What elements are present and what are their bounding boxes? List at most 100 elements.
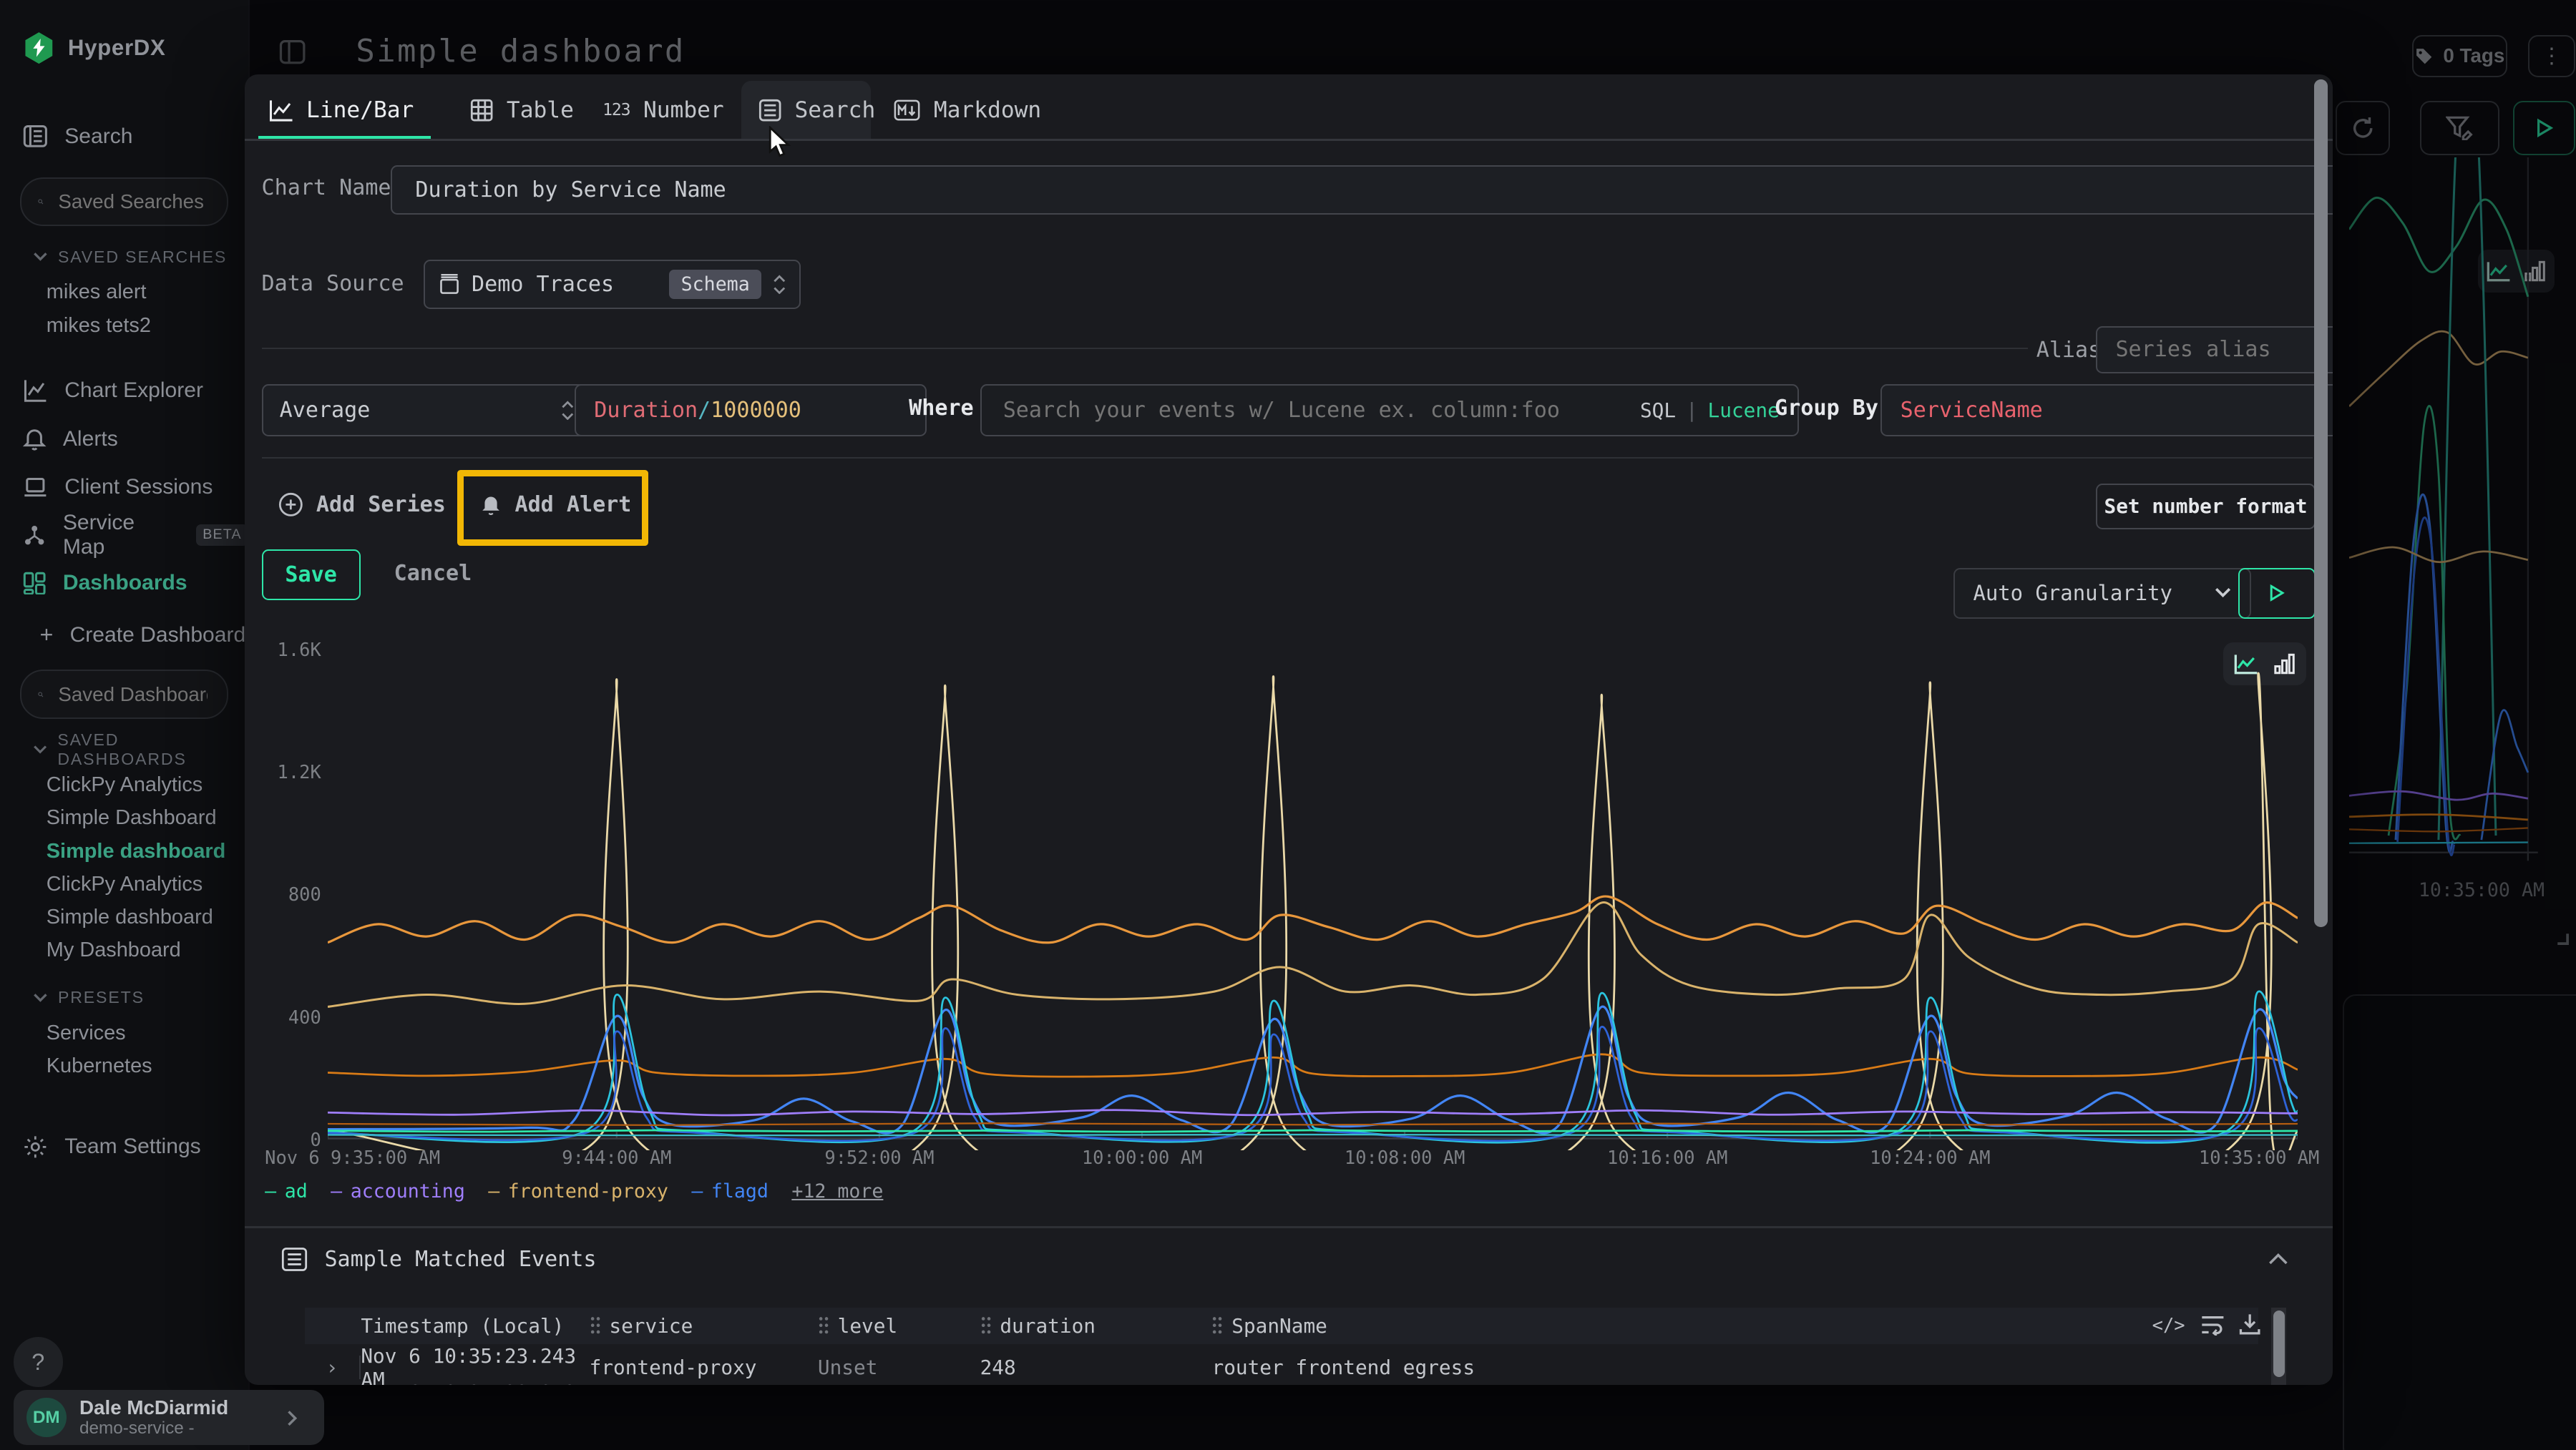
tab-markdown[interactable]: Markdown xyxy=(894,81,1041,139)
beta-badge: BETA xyxy=(196,524,248,546)
chart-legend: —ad —accounting —frontend-proxy —flagd +… xyxy=(265,1180,883,1202)
expression-operator: / xyxy=(698,398,711,423)
where-search-input[interactable] xyxy=(1000,396,1640,425)
legend-more-link[interactable]: +12 more xyxy=(791,1180,883,1202)
chart-explorer-icon xyxy=(23,378,48,403)
dashboard-item[interactable]: My Dashboard xyxy=(0,934,248,967)
col-duration[interactable]: duration xyxy=(980,1314,1212,1338)
wrap-text-icon[interactable] xyxy=(2200,1314,2225,1336)
chart-name-field[interactable] xyxy=(391,165,2333,215)
chart-name-input[interactable] xyxy=(412,176,2333,205)
alias-input[interactable] xyxy=(2112,335,2329,364)
collapse-chevron-icon[interactable] xyxy=(2268,1253,2288,1266)
presets-section[interactable]: PRESETS xyxy=(0,987,248,1009)
x-axis-tick: 10:00:00 AM xyxy=(1068,1147,1216,1168)
aggregation-select[interactable]: Average xyxy=(262,384,592,436)
sidebar-item-service-map[interactable]: Service Map BETA xyxy=(0,511,248,559)
download-icon[interactable] xyxy=(2238,1313,2261,1336)
database-icon xyxy=(439,274,460,295)
chevrons-updown-icon xyxy=(773,275,786,295)
legend-item[interactable]: —ad xyxy=(265,1180,308,1202)
service-map-icon xyxy=(23,524,46,547)
table-scrollbar-thumb[interactable] xyxy=(2273,1311,2285,1377)
sample-events-header[interactable]: Sample Matched Events xyxy=(281,1246,596,1273)
search-page-icon xyxy=(23,124,48,149)
x-axis-tick: 9:44:00 AM xyxy=(542,1147,691,1168)
user-subtitle: demo-service - xyxy=(79,1419,228,1439)
granularity-select[interactable]: Auto Granularity xyxy=(1953,568,2251,619)
row-divider xyxy=(262,457,2313,459)
dashboard-item[interactable]: ClickPy Analytics xyxy=(0,768,248,801)
sidebar-item-alerts[interactable]: Alerts xyxy=(0,415,248,463)
saved-dashboards-search[interactable] xyxy=(20,670,229,719)
expand-row-icon[interactable]: › xyxy=(305,1356,361,1378)
preset-item[interactable]: Kubernetes xyxy=(0,1050,248,1083)
chevrons-updown-icon xyxy=(561,401,575,421)
preset-item[interactable]: Services xyxy=(0,1017,248,1049)
legend-item[interactable]: —flagd xyxy=(691,1180,769,1202)
dashboard-item[interactable]: Simple dashboard xyxy=(0,901,248,934)
saved-dashboards-input[interactable] xyxy=(55,681,210,707)
where-search-field[interactable]: SQL | Lucene xyxy=(980,384,1800,436)
run-chart-button[interactable] xyxy=(2238,568,2316,619)
col-timestamp[interactable]: Timestamp (Local) xyxy=(361,1314,589,1338)
group-by-field[interactable]: ServiceName xyxy=(1880,384,2333,436)
cancel-button[interactable]: Cancel xyxy=(394,549,472,597)
drag-handle-icon xyxy=(980,1316,992,1334)
where-label: Where xyxy=(909,396,974,421)
dashboard-item[interactable]: Simple Dashboard xyxy=(0,802,248,835)
sidebar-item-search[interactable]: Search xyxy=(0,112,248,160)
number-123-icon: 123 xyxy=(602,101,630,119)
saved-searches-input[interactable] xyxy=(55,189,210,215)
sidebar-item-chart-explorer[interactable]: Chart Explorer xyxy=(0,367,248,415)
legend-item[interactable]: —accounting xyxy=(331,1180,465,1202)
drag-handle-icon xyxy=(1211,1316,1223,1334)
dashboard-item-active[interactable]: Simple dashboard xyxy=(0,835,248,868)
tab-table[interactable]: Table xyxy=(470,81,574,139)
lucene-toggle[interactable]: Lucene xyxy=(1708,398,1780,422)
bell-icon xyxy=(480,493,502,516)
col-spanname[interactable]: SpanName xyxy=(1211,1314,2258,1338)
help-button[interactable]: ? xyxy=(14,1337,63,1386)
modal-scrollbar-thumb[interactable] xyxy=(2314,79,2328,927)
play-icon xyxy=(2268,583,2285,603)
saved-searches-search[interactable] xyxy=(20,177,229,227)
view-code-icon[interactable]: </> xyxy=(2152,1314,2185,1336)
chevron-right-icon xyxy=(286,1410,298,1426)
saved-searches-section[interactable]: SAVED SEARCHES xyxy=(0,246,248,268)
user-card[interactable]: DM Dale McDiarmid demo-service - xyxy=(14,1390,325,1444)
brand[interactable]: HyperDX xyxy=(23,30,248,67)
col-service[interactable]: service xyxy=(590,1314,818,1338)
event-row[interactable]: › Nov 6 10:35:23.243 AM frontend-proxy U… xyxy=(305,1381,2258,1386)
chevron-down-icon xyxy=(2215,587,2231,599)
tab-number[interactable]: 123 Number xyxy=(602,81,724,139)
saved-dashboards-section[interactable]: SAVED DASHBOARDS xyxy=(0,739,248,760)
x-axis-tick: 10:16:00 AM xyxy=(1593,1147,1742,1168)
add-alert-button[interactable]: Add Alert xyxy=(480,485,631,525)
sidebar-item-team-settings[interactable]: Team Settings xyxy=(0,1122,248,1170)
save-button[interactable]: Save xyxy=(262,549,361,600)
legend-item[interactable]: —frontend-proxy xyxy=(488,1180,668,1202)
create-dashboard-button[interactable]: + Create Dashboard xyxy=(0,617,248,653)
set-number-format-button[interactable]: Set number format xyxy=(2096,484,2316,529)
col-level[interactable]: level xyxy=(818,1314,980,1338)
dashboard-item[interactable]: ClickPy Analytics xyxy=(0,868,248,901)
saved-search-item[interactable]: mikes tets2 xyxy=(0,309,248,342)
alias-field[interactable] xyxy=(2096,326,2333,373)
avatar: DM xyxy=(26,1398,67,1438)
event-row[interactable]: › Nov 6 10:35:23.243 AM frontend-proxy U… xyxy=(305,1344,2258,1381)
schema-badge[interactable]: Schema xyxy=(669,270,761,298)
sidebar-item-client-sessions[interactable]: Client Sessions xyxy=(0,463,248,511)
table-icon xyxy=(470,99,493,122)
duration-chart[interactable] xyxy=(328,629,2298,1150)
tab-line-bar[interactable]: Line/Bar xyxy=(268,81,414,139)
data-source-select[interactable]: Demo Traces Schema xyxy=(424,260,801,309)
sidebar-item-dashboards[interactable]: Dashboards xyxy=(0,559,248,607)
add-series-button[interactable]: Add Series xyxy=(278,485,446,525)
saved-search-item[interactable]: mikes alert xyxy=(0,276,248,309)
sql-toggle[interactable]: SQL xyxy=(1640,398,1676,422)
y-axis-tick: 1.2K xyxy=(252,761,321,783)
search-list-icon xyxy=(758,99,781,122)
gear-icon xyxy=(23,1135,48,1160)
expression-field[interactable]: Duration/1000000 xyxy=(575,384,927,436)
